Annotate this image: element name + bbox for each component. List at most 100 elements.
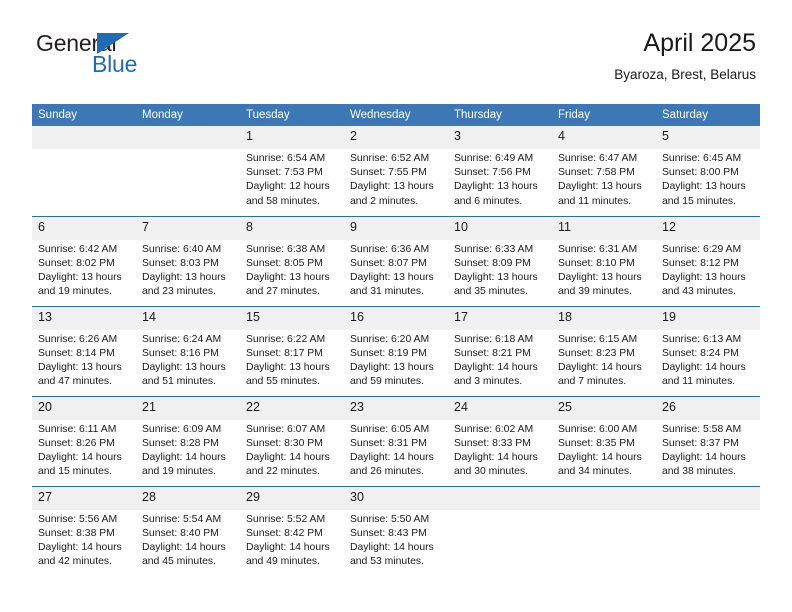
calendar-day-cell[interactable]: 8 Sunrise: 6:38 AM Sunset: 8:05 PM Daylight… xyxy=(240,215,344,306)
calendar-day-cell[interactable]: 24 Sunrise: 6:02 AM Sunset: 8:33 PM Dayligh… xyxy=(448,395,552,486)
calendar-day-cell[interactable]: 15 Sunrise: 6:22 AM Sunset: 8:17 PM Dayligh… xyxy=(240,305,344,396)
day-detail-line: Sunset: 8:43 PM xyxy=(350,527,427,539)
day-detail-line: and 47 minutes. xyxy=(38,376,112,388)
page-subtitle: Byaroza, Brest, Belarus xyxy=(614,67,756,82)
day-detail-line: Sunset: 8:14 PM xyxy=(38,347,115,359)
day-detail-line: Sunrise: 6:09 AM xyxy=(142,423,222,435)
day-detail-line: Daylight: 13 hours xyxy=(350,361,434,373)
calendar-day-cell[interactable]: 20 Sunrise: 6:11 AM Sunset: 8:26 PM Dayligh… xyxy=(32,395,136,486)
day-detail-line: Sunset: 8:10 PM xyxy=(558,257,635,269)
calendar-day-cell[interactable]: 11 Sunrise: 6:31 AM Sunset: 8:10 PM Dayligh… xyxy=(552,215,656,306)
calendar-day-cell[interactable]: 18 Sunrise: 6:15 AM Sunset: 8:23 PM Dayligh… xyxy=(552,305,656,396)
day-detail-line: Sunrise: 6:11 AM xyxy=(38,423,117,435)
day-detail-line: and 6 minutes. xyxy=(454,195,523,207)
calendar-day-cell[interactable]: 13 Sunrise: 6:26 AM Sunset: 8:14 PM Dayligh… xyxy=(32,305,136,396)
day-details: Sunrise: 6:18 AM Sunset: 8:21 PM Daylight:… xyxy=(448,330,552,390)
calendar-day-cell[interactable]: 23 Sunrise: 6:05 AM Sunset: 8:31 PM Dayligh… xyxy=(344,395,448,486)
weekday-header-monday: Monday xyxy=(136,104,240,126)
day-detail-line: Sunrise: 6:20 AM xyxy=(350,333,430,345)
calendar-day-cell[interactable]: 21 Sunrise: 6:09 AM Sunset: 8:28 PM Dayligh… xyxy=(136,395,240,486)
calendar-day-cell[interactable]: 29 Sunrise: 5:52 AM Sunset: 8:42 PM Dayligh… xyxy=(240,485,344,576)
day-details: Sunrise: 6:05 AM Sunset: 8:31 PM Daylight:… xyxy=(344,420,448,480)
day-details xyxy=(552,510,656,513)
brand-logo[interactable]: General Blue xyxy=(36,30,166,82)
calendar-container: Sunday Monday Tuesday Wednesday Thursday Frid… xyxy=(32,104,760,576)
day-detail-line: Daylight: 14 hours xyxy=(142,451,226,463)
day-details: Sunrise: 6:45 AM Sunset: 8:00 PM Daylight:… xyxy=(656,149,760,209)
calendar-day-cell[interactable]: 7 Sunrise: 6:40 AM Sunset: 8:03 PM Daylight… xyxy=(136,215,240,306)
day-details: Sunrise: 6:42 AM Sunset: 8:02 PM Daylight:… xyxy=(32,240,136,300)
calendar-day-cell[interactable]: 17 Sunrise: 6:18 AM Sunset: 8:21 PM Dayligh… xyxy=(448,305,552,396)
day-number xyxy=(136,126,240,149)
day-detail-line: Sunrise: 6:36 AM xyxy=(350,243,430,255)
day-details: Sunrise: 6:11 AM Sunset: 8:26 PM Daylight:… xyxy=(32,420,136,480)
calendar-body: 1 Sunrise: 6:54 AM Sunset: 7:53 PM Daylight… xyxy=(32,126,760,576)
calendar-day-cell[interactable]: 5 Sunrise: 6:45 AM Sunset: 8:00 PM Daylight… xyxy=(656,126,760,216)
day-detail-line: Daylight: 14 hours xyxy=(350,541,434,553)
calendar-day-cell[interactable]: 4 Sunrise: 6:47 AM Sunset: 7:58 PM Daylight… xyxy=(552,126,656,216)
day-number: 12 xyxy=(656,216,760,240)
calendar-day-cell[interactable]: 6 Sunrise: 6:42 AM Sunset: 8:02 PM Daylight… xyxy=(32,215,136,306)
day-details: Sunrise: 6:33 AM Sunset: 8:09 PM Daylight:… xyxy=(448,240,552,300)
calendar-day-cell[interactable]: 10 Sunrise: 6:33 AM Sunset: 8:09 PM Dayligh… xyxy=(448,215,552,306)
day-detail-line: Daylight: 13 hours xyxy=(662,181,746,193)
day-details: Sunrise: 6:36 AM Sunset: 8:07 PM Daylight:… xyxy=(344,240,448,300)
calendar-day-cell[interactable]: 14 Sunrise: 6:24 AM Sunset: 8:16 PM Dayligh… xyxy=(136,305,240,396)
day-detail-line: Sunset: 8:24 PM xyxy=(662,347,739,359)
day-number: 13 xyxy=(32,306,136,330)
day-detail-line: Sunset: 8:37 PM xyxy=(662,437,739,449)
day-detail-line: Sunrise: 5:52 AM xyxy=(246,513,326,525)
calendar-cell-empty xyxy=(136,126,240,216)
calendar-day-cell[interactable]: 26 Sunrise: 5:58 AM Sunset: 8:37 PM Dayligh… xyxy=(656,395,760,486)
day-number: 8 xyxy=(240,216,344,240)
day-detail-line: Sunrise: 6:45 AM xyxy=(662,153,742,164)
day-detail-line: Sunset: 7:58 PM xyxy=(558,167,635,179)
day-detail-line: and 27 minutes. xyxy=(246,286,320,298)
day-detail-line: Sunrise: 6:13 AM xyxy=(662,333,742,345)
day-detail-line: and 19 minutes. xyxy=(38,286,112,298)
day-detail-line: Sunset: 8:17 PM xyxy=(246,347,323,359)
day-detail-line: Sunrise: 6:26 AM xyxy=(38,333,118,345)
calendar-day-cell[interactable]: 19 Sunrise: 6:13 AM Sunset: 8:24 PM Dayligh… xyxy=(656,305,760,396)
day-detail-line: Sunrise: 6:22 AM xyxy=(246,333,326,345)
calendar-day-cell[interactable]: 2 Sunrise: 6:52 AM Sunset: 7:55 PM Daylight… xyxy=(344,126,448,216)
day-number: 4 xyxy=(552,126,656,149)
day-details: Sunrise: 5:54 AM Sunset: 8:40 PM Daylight:… xyxy=(136,510,240,570)
day-number: 22 xyxy=(240,396,344,420)
day-detail-line: Sunset: 8:26 PM xyxy=(38,437,115,449)
weekday-header-saturday: Saturday xyxy=(656,104,760,126)
day-detail-line: Daylight: 14 hours xyxy=(350,451,434,463)
calendar-day-cell[interactable]: 3 Sunrise: 6:49 AM Sunset: 7:56 PM Daylight… xyxy=(448,126,552,216)
day-detail-line: Sunset: 8:31 PM xyxy=(350,437,427,449)
calendar-day-cell[interactable]: 27 Sunrise: 5:56 AM Sunset: 8:38 PM Dayligh… xyxy=(32,485,136,576)
day-detail-line: Sunset: 8:00 PM xyxy=(662,167,739,179)
day-detail-line: Daylight: 13 hours xyxy=(350,271,434,283)
day-details: Sunrise: 6:22 AM Sunset: 8:17 PM Daylight:… xyxy=(240,330,344,390)
weekday-header-thursday: Thursday xyxy=(448,104,552,126)
day-details: Sunrise: 6:07 AM Sunset: 8:30 PM Daylight:… xyxy=(240,420,344,480)
calendar-day-cell[interactable]: 9 Sunrise: 6:36 AM Sunset: 8:07 PM Daylight… xyxy=(344,215,448,306)
day-detail-line: Sunrise: 6:38 AM xyxy=(246,243,326,255)
day-details: Sunrise: 5:50 AM Sunset: 8:43 PM Daylight:… xyxy=(344,510,448,570)
calendar-day-cell[interactable]: 22 Sunrise: 6:07 AM Sunset: 8:30 PM Dayligh… xyxy=(240,395,344,486)
day-detail-line: Sunset: 8:23 PM xyxy=(558,347,635,359)
day-detail-line: and 35 minutes. xyxy=(454,286,528,298)
calendar-day-cell[interactable]: 28 Sunrise: 5:54 AM Sunset: 8:40 PM Dayligh… xyxy=(136,485,240,576)
day-detail-line: Daylight: 13 hours xyxy=(454,181,538,193)
day-details xyxy=(656,510,760,513)
calendar-day-cell[interactable]: 30 Sunrise: 5:50 AM Sunset: 8:43 PM Dayligh… xyxy=(344,485,448,576)
day-number: 18 xyxy=(552,306,656,330)
day-number: 27 xyxy=(32,486,136,510)
day-detail-line: Sunrise: 5:50 AM xyxy=(350,513,430,525)
day-detail-line: and 3 minutes. xyxy=(454,376,523,388)
day-number: 9 xyxy=(344,216,448,240)
day-number: 1 xyxy=(240,126,344,149)
day-detail-line: Sunrise: 6:47 AM xyxy=(558,153,638,164)
calendar-cell-empty xyxy=(552,485,656,576)
calendar-day-cell[interactable]: 25 Sunrise: 6:00 AM Sunset: 8:35 PM Dayligh… xyxy=(552,395,656,486)
calendar-day-cell[interactable]: 16 Sunrise: 6:20 AM Sunset: 8:19 PM Dayligh… xyxy=(344,305,448,396)
day-detail-line: Daylight: 14 hours xyxy=(558,361,642,373)
calendar-day-cell[interactable]: 12 Sunrise: 6:29 AM Sunset: 8:12 PM Dayligh… xyxy=(656,215,760,306)
day-detail-line: and 7 minutes. xyxy=(558,376,627,388)
calendar-day-cell[interactable]: 1 Sunrise: 6:54 AM Sunset: 7:53 PM Daylight… xyxy=(240,126,344,216)
